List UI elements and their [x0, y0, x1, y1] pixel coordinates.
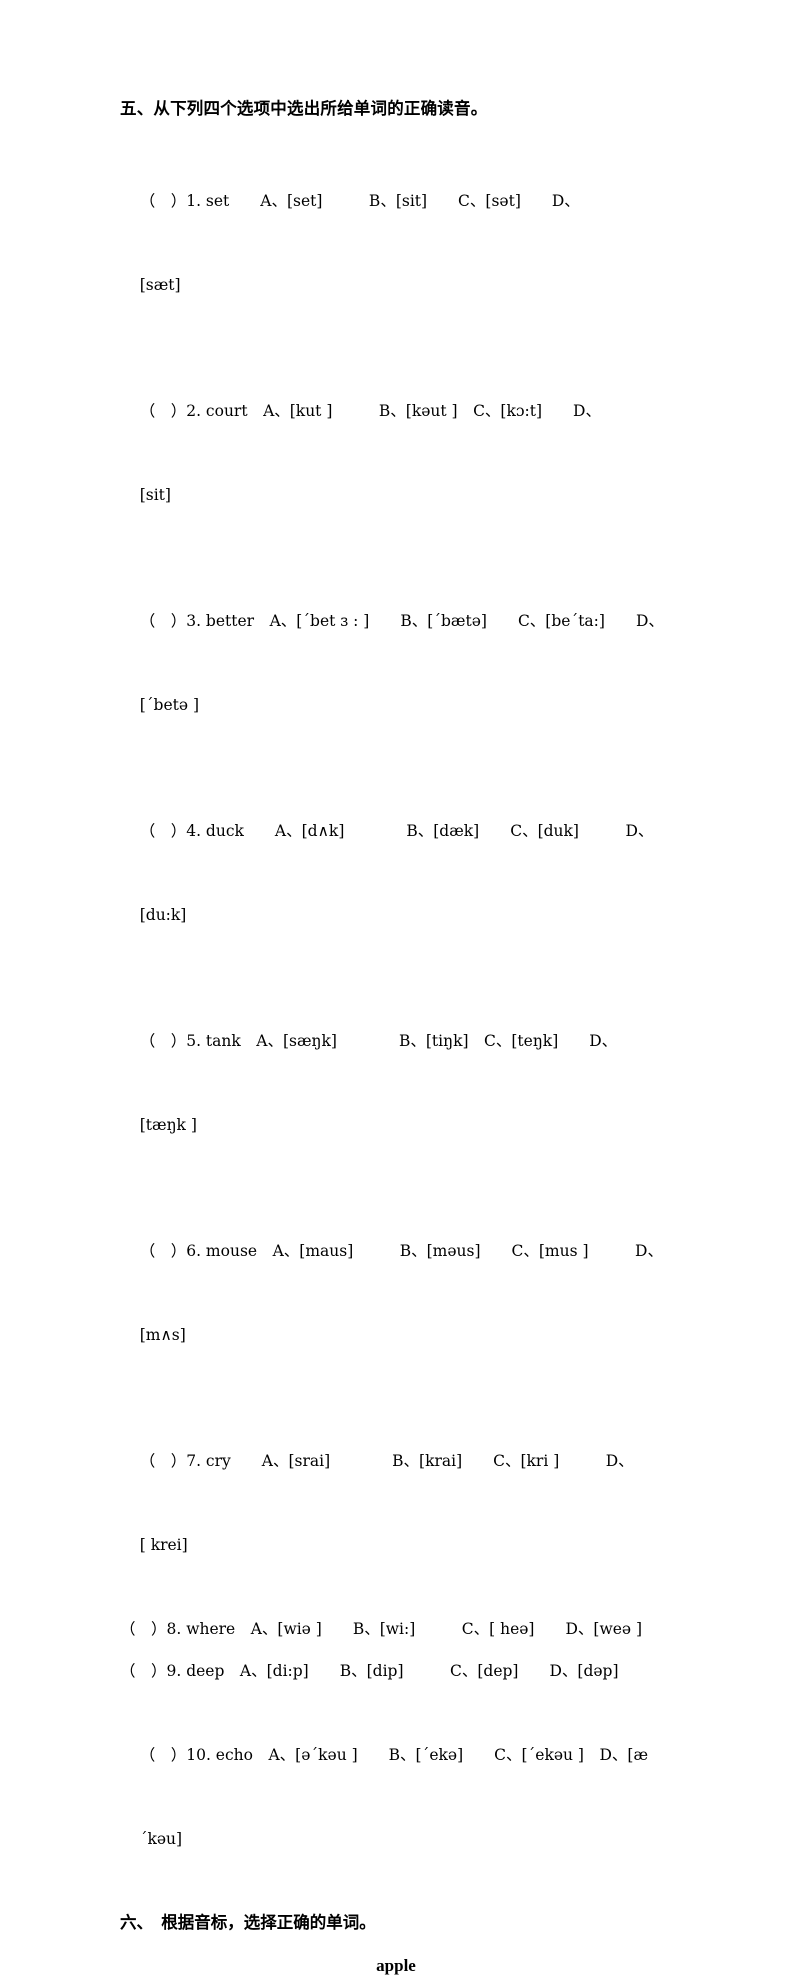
question-item: （ ）5. tank A、[sæŋk] B、[tiŋk] C、[teŋk] D、… [120, 978, 690, 1188]
question-1-line2: [sæt] [139, 276, 181, 294]
question-4-line1: （ ）4. duck A、[d∧k] B、[dæk] C、[duk] D、 [139, 822, 654, 840]
question-6-line1: （ ）6. mouse A、[maus] B、[məus] C、[mus ] D… [139, 1242, 663, 1260]
question-item: （ ）9. deep A、[di:p] B、[dip] C、[dep] D、[d… [120, 1662, 619, 1680]
question-item: （ ）4. duck A、[d∧k] B、[dæk] C、[duk] D、 [d… [120, 768, 690, 978]
target-word-apple: apple [376, 1956, 416, 1975]
question-item: （ ）1. set A、[set] B、[sit] C、[sət] D、 [sæ… [120, 138, 690, 348]
question-5-line1: （ ）5. tank A、[sæŋk] B、[tiŋk] C、[teŋk] D、 [139, 1032, 618, 1050]
question-item: （ ）6. mouse A、[maus] B、[məus] C、[mus ] D… [120, 1188, 690, 1398]
section-six-heading: 六、 根据音标，选择正确的单词。 [120, 1913, 376, 1932]
question-6-line2: [m∧s] [139, 1326, 186, 1344]
question-2-line2: [sit] [139, 486, 171, 504]
question-item: （ ）8. where A、[wiə ] B、[wi:] C、[ heə] D、… [120, 1620, 643, 1638]
question-2-line1: （ ）2. court A、[kut ] B、[kəut ] C、[kɔ:t] … [139, 402, 601, 420]
question-4-line2: [du:k] [139, 906, 187, 924]
question-item: （ ）2. court A、[kut ] B、[kəut ] C、[kɔ:t] … [120, 348, 690, 558]
question-7-line2: [ krei] [139, 1536, 188, 1554]
question-3-line2: [ˊbetə ] [139, 696, 199, 714]
question-5-line2: [tæŋk ] [139, 1116, 197, 1134]
question-item: （ ）7. cry A、[srai] B、[krai] C、[kri ] D、 … [120, 1398, 690, 1608]
question-1-line1: （ ）1. set A、[set] B、[sit] C、[sət] D、 [139, 192, 580, 210]
question-10-line1: （ ）10. echo A、[əˊkəu ] B、[ˊekə] C、[ˊekəu… [139, 1746, 649, 1764]
section-five-heading: 五、从下列四个选项中选出所给单词的正确读音。 [120, 99, 488, 118]
worksheet-page: 五、从下列四个选项中选出所给单词的正确读音。 （ ）1. set A、[set]… [0, 0, 794, 1975]
question-10-line2: ˊkəu] [139, 1830, 183, 1848]
question-3-line1: （ ）3. better A、[ˊbet ɜ : ] B、[ˊbætə] C、[… [139, 612, 664, 630]
question-item: （ ）3. better A、[ˊbet ɜ : ] B、[ˊbætə] C、[… [120, 558, 690, 768]
question-7-line1: （ ）7. cry A、[srai] B、[krai] C、[kri ] D、 [139, 1452, 634, 1470]
question-item: （ ）10. echo A、[əˊkəu ] B、[ˊekə] C、[ˊekəu… [120, 1692, 690, 1902]
